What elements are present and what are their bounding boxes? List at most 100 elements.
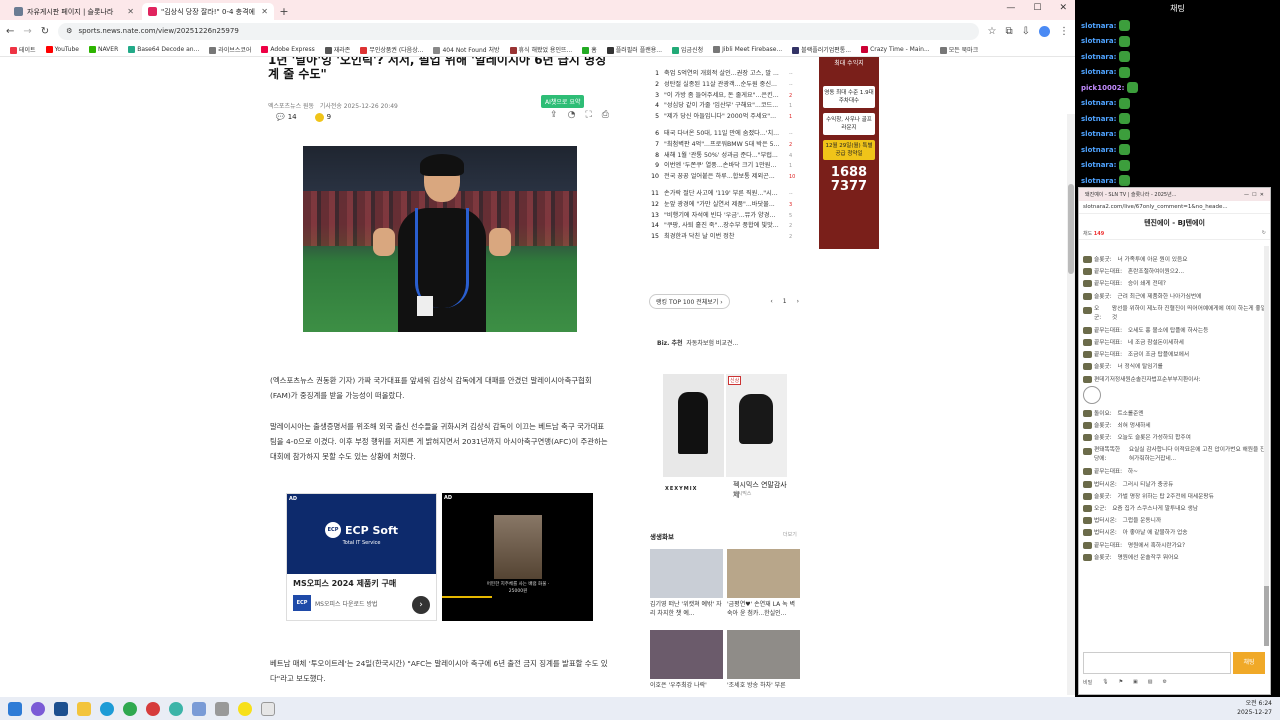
bookmark-item[interactable]: 플러필러 플랜용... [606,45,662,54]
photo-thumbnail[interactable] [727,630,800,679]
windows-start-icon[interactable] [8,701,22,716]
profile-icon[interactable] [1039,25,1050,37]
ranking-item[interactable]: 15 최경한과 닥친 날 이번 정찬 2 [647,232,799,243]
close-icon[interactable]: ✕ [261,7,268,16]
url-bar[interactable]: ⚙ sports.news.nate.com/view/20251226n259… [58,22,979,40]
bookmark-item[interactable]: Crazy Time - Main... [861,45,930,53]
ranking-item[interactable]: 2 성탄절 실종된 11살 관광객...순두원 중신... -- [647,80,799,91]
chat-input[interactable] [1083,652,1231,674]
listen-icon[interactable]: ◔ [568,110,576,120]
bookmark-item[interactable]: 입금신청 [672,45,703,54]
ranking-item[interactable]: 7 "최첨벽판 4억"...프로워BMW 5대 박은 5... 2 [647,140,799,151]
app-icon[interactable] [169,701,183,716]
mic-icon[interactable]: 🎙 [1102,679,1108,686]
ad-banner[interactable]: 최대 수익지 영동 최대 수준 1.9대 주차대수 수익창, 사우나 골프라운지… [819,57,879,249]
video-ad[interactable]: AD 어떤한 지주체를 사는 배럼 화물 · 25000원 [442,493,593,621]
ranking-item[interactable]: 1 축업 5억연의 개회적 살인...권장 고스, 말 ... -- [647,69,799,80]
like-button[interactable]: 9 [314,112,331,122]
ai-summary-button[interactable]: AI챗으로 요약 [541,95,585,108]
flag-icon[interactable]: ⚑ [1119,679,1123,686]
ranking-item[interactable]: 6 태국 다녀온 50대, 11일 만에 숨졌다...'치... -- [647,129,799,140]
star-icon[interactable]: ☆ [988,26,997,37]
system-clock[interactable]: 오전 6:24 2025-12-27 [1237,699,1272,717]
popup-url[interactable]: slotnara2.com/live/67only_comment=1&no_h… [1079,201,1270,214]
reload-icon[interactable]: ↻ [41,26,49,37]
bookmark-item[interactable]: Base64 Decode an... [128,45,199,53]
bookmark-item[interactable]: 무인상품권 (다음상... [360,45,423,54]
bookmark-item[interactable]: 재라존 [324,45,350,54]
refresh-icon[interactable]: ↻ [1262,230,1266,237]
forward-icon[interactable]: → [23,26,31,37]
site-info-icon[interactable]: ⚙ [66,27,72,35]
print-icon[interactable]: ⎙ [602,110,609,120]
box-icon[interactable]: ▣ [1133,679,1138,686]
app-icon[interactable] [54,701,68,716]
bookmark-item[interactable]: NAVER [88,45,118,53]
image-icon[interactable]: ▧ [1148,679,1153,686]
next-icon[interactable]: › [797,298,799,305]
app-icon[interactable] [146,701,160,716]
ranking-item[interactable]: 14 "쿠팡, 사퇴 흩진 죽"...장수부 풍합에 빛맛... 2 [647,221,799,232]
ranking-item[interactable]: 5 "제가 당신 아들입니다" 2000억 주세요"... 1 [647,112,799,123]
photo-thumbnail[interactable] [650,549,723,598]
close-window-icon[interactable]: ✕ [1059,3,1067,13]
chrome-icon[interactable] [123,701,137,716]
arrow-right-icon[interactable]: › [412,596,430,614]
ranking-item[interactable]: 8 새해 1월 '관통 50%' 성과급 준다..."부럽... 4 [647,151,799,162]
maximize-icon[interactable]: ☐ [1033,3,1041,13]
send-button[interactable]: 채팅 [1233,652,1265,674]
scrollbar-thumb[interactable] [1068,184,1074,274]
download-icon[interactable]: ⇩ [1022,26,1030,37]
minimize-icon[interactable]: — [1006,3,1015,13]
comment-button[interactable]: 💬 14 [276,113,297,121]
photo-thumbnail[interactable] [727,549,800,598]
app-icon[interactable] [31,701,45,716]
ranking-item[interactable]: 4 "성심당 같이 가줄 '임산부' 구해요"...코드... 1 [647,101,799,112]
bookmark-item[interactable]: 휴식 해봤었 용인뜨... [509,45,572,54]
bookmark-item[interactable]: 홈 [582,45,597,54]
popup-chat-message: 돌이요: 트소롤준엔 [1083,408,1267,420]
app-icon[interactable] [192,701,206,716]
bookmark-item[interactable]: YouTube [45,45,79,53]
scrollbar-thumb[interactable] [1264,586,1269,646]
popup-window-controls[interactable]: — ☐ ✕ [1244,192,1264,198]
ranking-item[interactable]: 10 전국 꿍꿍 얼어붙은 하루...합보통 제외곤... 10 [647,172,799,183]
bookmark-item[interactable]: 라이브스코어 [209,45,251,54]
ecp-ad[interactable]: ECP ECP Soft Total IT Service AD MS오피스 20… [286,493,437,621]
edge-icon[interactable] [100,701,114,716]
photo-thumbnail[interactable] [650,630,723,679]
bookmark-item[interactable]: 404 Not Found 처방 [433,45,500,54]
ranking-item[interactable]: 3 "이 가방 좀 들어주세요, 돈 줄게요"...은킨... 2 [647,91,799,102]
product-ad[interactable]: 신상 젝시믹스 연말감사제 XEXYMIX 젝시믹스 [663,374,789,504]
app-icon[interactable] [215,701,229,716]
ranking-item[interactable]: 13 "비행기에 자석에 빈다 '우금'...뮤가 양경... 5 [647,211,799,222]
bookmark-item[interactable]: 블랙플러기업편통... [792,45,851,54]
close-icon[interactable]: ✕ [127,7,134,16]
bookmark-item[interactable]: Jibli Meet Firebase... [713,45,782,53]
menu-icon[interactable]: ⋮ [1059,26,1069,37]
bookmark-item[interactable]: 모든 북마크 [939,45,978,54]
ranking-item[interactable]: 12 눈앞 광경에 "가만 실연서 제품"...바닷물... 3 [647,200,799,211]
browser-tab-1[interactable]: 자유게시판 페이지 | 슬롯나라 ✕ [8,3,140,20]
fullscreen-icon[interactable]: ⛶ [585,110,591,120]
back-icon[interactable]: ← [6,26,14,37]
new-tab-button[interactable]: + [276,4,292,20]
popup-scrollbar[interactable] [1264,246,1269,646]
ranking-more-button[interactable]: 랭킹 TOP 100 전체보기 › [649,294,730,309]
prev-icon[interactable]: ‹ [770,298,772,305]
ranking-item[interactable]: 11 손가락 절단 사고에 '119' 부른 직원..."시... -- [647,189,799,200]
photo-more-link[interactable]: 더보기 [783,531,797,538]
extensions-icon[interactable]: ⧉ [1005,26,1012,37]
bookmark-item[interactable]: 테이트 [10,45,36,54]
browser-tab-2[interactable]: "김상식 당장 잘라!" 0-4 충격에 ✕ [142,3,274,20]
app-icon[interactable] [261,701,275,716]
page-scrollbar[interactable] [1067,114,1075,695]
share-icon[interactable]: ⇪ [550,110,558,120]
secret-toggle[interactable]: 비밀 [1083,679,1092,686]
bookmark-item[interactable]: Adobe Express [261,45,315,53]
biz-recommend[interactable]: Biz. 추천 자동차보험 비교견... [657,338,738,347]
ranking-item[interactable]: 9 이번엔 '두쫀쿠' 열풍...손바닥 크기 1만원... 1 [647,161,799,172]
file-explorer-icon[interactable] [77,701,91,716]
kakao-icon[interactable] [238,701,252,716]
settings-icon[interactable]: ⚙ [1163,679,1167,686]
